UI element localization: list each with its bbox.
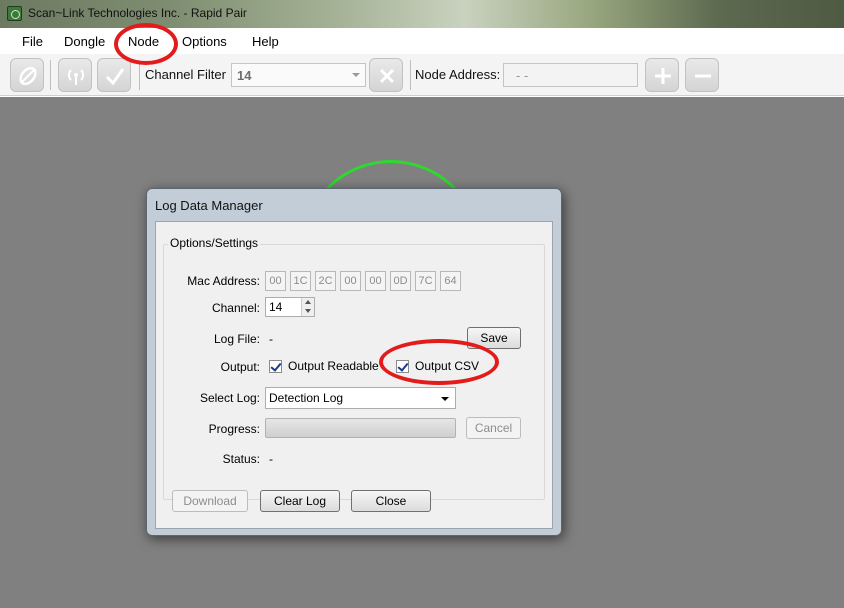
cancel-button[interactable]: Cancel — [466, 417, 521, 439]
mac-byte[interactable]: 00 — [340, 271, 361, 291]
close-icon — [379, 68, 395, 84]
output-readable-checkbox[interactable] — [269, 360, 282, 373]
app-icon — [7, 6, 22, 21]
disconnect-button[interactable] — [10, 58, 44, 92]
progress-label: Progress: — [208, 422, 260, 436]
select-log-value: Detection Log — [269, 391, 344, 405]
confirm-button[interactable] — [97, 58, 131, 92]
node-address-value: - - — [516, 68, 529, 83]
plus-icon — [655, 68, 671, 84]
channel-label: Channel: — [211, 301, 260, 315]
mac-byte[interactable]: 00 — [365, 271, 386, 291]
toolbar-separator — [50, 60, 51, 90]
mac-byte[interactable]: 2C — [315, 271, 336, 291]
close-button[interactable]: Close — [351, 490, 431, 512]
dialog-body: Options/Settings Mac Address: 00 1C 2C 0… — [155, 221, 553, 529]
annotation-ring-node-menu — [114, 23, 178, 65]
mac-address-label: Mac Address: — [187, 274, 260, 288]
select-log-label: Select Log: — [199, 391, 260, 405]
signal-button[interactable] — [58, 58, 92, 92]
menu-dongle[interactable]: Dongle — [64, 34, 105, 49]
log-file-label: Log File: — [213, 332, 260, 346]
annotation-ring-output-csv — [379, 339, 499, 385]
channel-spinner[interactable]: 14 — [265, 297, 315, 317]
mac-byte[interactable]: 64 — [440, 271, 461, 291]
spinner-buttons[interactable] — [301, 298, 314, 316]
dialog-title: Log Data Manager — [155, 198, 263, 213]
chevron-down-icon — [352, 73, 360, 77]
add-node-button[interactable] — [645, 58, 679, 92]
remove-node-button[interactable] — [685, 58, 719, 92]
chevron-down-icon[interactable] — [305, 309, 311, 313]
toolbar-separator — [410, 60, 411, 90]
mac-byte[interactable]: 0D — [390, 271, 411, 291]
node-address-field[interactable]: - - — [503, 63, 638, 87]
window-title: Scan~Link Technologies Inc. - Rapid Pair — [28, 6, 247, 20]
mac-byte[interactable]: 00 — [265, 271, 286, 291]
check-icon — [105, 68, 125, 86]
status-label: Status: — [222, 452, 260, 466]
status-value: - — [269, 452, 273, 466]
channel-filter-value: 14 — [237, 68, 252, 83]
group-title: Options/Settings — [168, 236, 261, 250]
log-data-manager-dialog: Log Data Manager Options/Settings Mac Ad… — [146, 188, 562, 536]
menu-help[interactable]: Help — [252, 34, 279, 49]
chevron-down-icon — [441, 397, 449, 401]
channel-filter-combo[interactable]: 14 — [231, 63, 366, 87]
channel-filter-label: Channel Filter — [145, 67, 226, 82]
minus-icon — [695, 74, 711, 78]
antenna-icon — [67, 69, 85, 85]
mac-byte[interactable]: 7C — [415, 271, 436, 291]
output-readable-label[interactable]: Output Readable — [288, 359, 379, 373]
menu-options[interactable]: Options — [182, 34, 227, 49]
clear-log-button[interactable]: Clear Log — [260, 490, 340, 512]
node-address-label: Node Address: — [415, 67, 501, 82]
clear-filter-button[interactable] — [369, 58, 403, 92]
channel-value: 14 — [269, 300, 283, 314]
select-log-dropdown[interactable]: Detection Log — [265, 387, 456, 409]
progress-bar — [265, 418, 456, 438]
unlink-icon — [19, 66, 37, 86]
chevron-up-icon[interactable] — [305, 300, 311, 304]
menu-file[interactable]: File — [22, 34, 43, 49]
output-label: Output: — [220, 360, 260, 374]
title-bar: Scan~Link Technologies Inc. - Rapid Pair — [0, 0, 844, 28]
download-button[interactable]: Download — [172, 490, 248, 512]
mac-byte[interactable]: 1C — [290, 271, 311, 291]
log-file-value: - — [269, 332, 273, 346]
